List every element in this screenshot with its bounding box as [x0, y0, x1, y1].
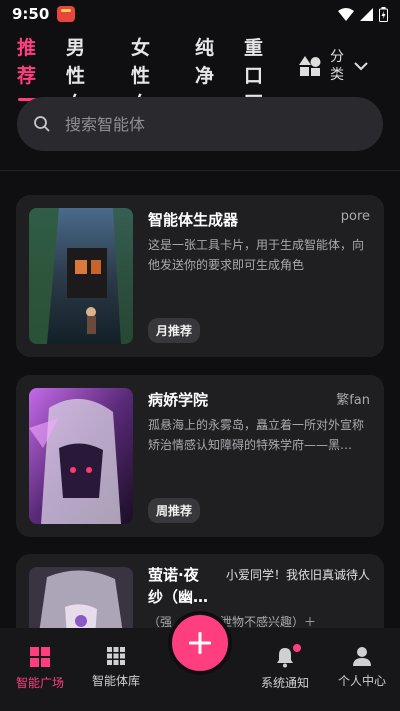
tab-pure[interactable]: 纯净 [195, 34, 227, 90]
card-cover-image [29, 208, 133, 344]
nav-profile[interactable]: 个人中心 [322, 646, 400, 689]
category-button[interactable]: 分类 [298, 48, 368, 84]
shapes-icon [299, 56, 321, 76]
wifi-icon [338, 7, 354, 21]
bell-icon [277, 648, 293, 668]
card-cover-image [29, 388, 133, 524]
nav-label: 智能体库 [91, 674, 140, 688]
nav-agent-square[interactable]: 智能广场 [0, 646, 80, 691]
status-bar: 9:50 [0, 0, 400, 28]
notification-badge [293, 644, 301, 652]
nav-label: 系统通知 [260, 676, 309, 690]
card-badge: 周推荐 [148, 498, 201, 523]
status-time: 9:50 [12, 5, 50, 23]
category-label: 分类 [330, 49, 344, 83]
card-title: 智能体生成器 [148, 211, 239, 229]
card-title: 萤诺·夜纱（幽… [148, 566, 209, 606]
card-description: 这是一张工具卡片，用于生成智能体，向他发送你的要求即可生成角色 [148, 238, 365, 272]
person-icon [353, 647, 371, 666]
create-agent-button[interactable] [168, 611, 232, 675]
nav-notifications[interactable]: 系统通知 [245, 644, 325, 691]
agent-card[interactable]: 病娇学院 繁fan 孤悬海上的永雾岛，矗立着一所对外宣称矫治情感认知障碍的特殊学… [16, 375, 384, 537]
card-author: 小爱同学！我依旧真诚待人 [225, 568, 370, 582]
nav-label: 个人中心 [337, 674, 386, 688]
card-badge: 月推荐 [148, 318, 201, 343]
card-author: 繁fan [336, 393, 370, 408]
card-title: 病娇学院 [148, 391, 209, 409]
signal-icon [360, 7, 373, 21]
battery-icon [379, 6, 388, 22]
grid-icon [30, 647, 50, 667]
chevron-down-icon [354, 61, 368, 70]
agent-card[interactable]: 智能体生成器 pore 这是一张工具卡片，用于生成智能体，向他发送你的要求即可生… [16, 195, 384, 357]
card-author: pore [340, 209, 370, 224]
nav-agent-library[interactable]: 智能体库 [76, 646, 156, 689]
search-bar[interactable] [17, 97, 383, 151]
tab-recommend[interactable]: 推荐 [17, 34, 49, 90]
card-description: 孤悬海上的永雾岛，矗立着一所对外宣称矫治情感认知障碍的特殊学府——黑… [148, 418, 365, 452]
search-input[interactable] [65, 114, 345, 134]
notification-app-icon [57, 6, 76, 22]
nav-label: 智能广场 [15, 676, 64, 690]
status-indicators [338, 6, 388, 22]
search-icon [34, 116, 50, 132]
apps-icon [107, 647, 125, 665]
plus-icon [189, 632, 211, 654]
header-divider [0, 170, 400, 171]
